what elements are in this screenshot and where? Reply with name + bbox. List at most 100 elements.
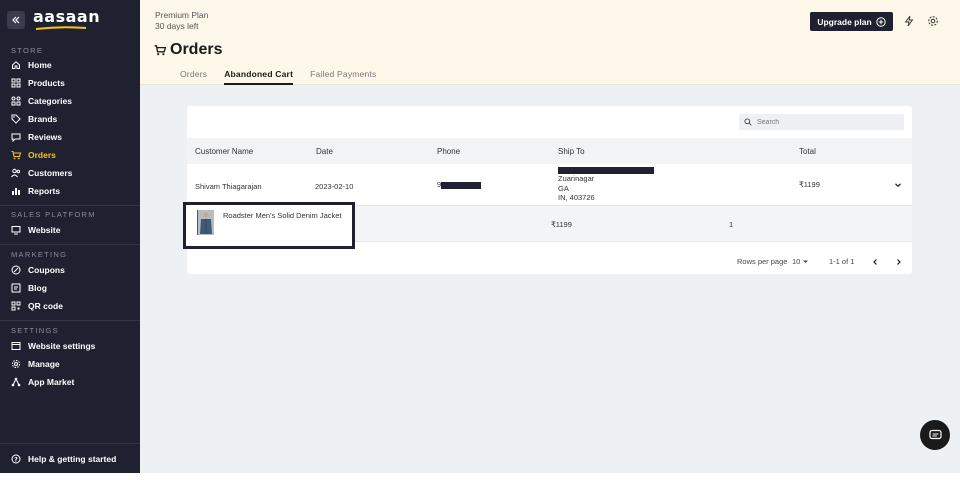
next-page-icon[interactable] — [895, 258, 903, 266]
product-name: Roadster Men's Solid Denim Jacket — [223, 211, 342, 220]
column-header-phone[interactable]: Phone — [437, 147, 460, 156]
column-header-customer-name[interactable]: Customer Name — [195, 147, 253, 156]
gear-icon — [11, 359, 21, 369]
sidebar-item-categories[interactable]: Categories — [0, 92, 140, 110]
upgrade-plan-label: Upgrade plan — [817, 16, 872, 27]
sidebar-section-settings: SETTINGS — [11, 326, 59, 335]
sidebar-item-label: Customers — [28, 168, 73, 178]
table-header: Customer Name Date Phone Ship To Total — [187, 138, 912, 164]
chevron-down-icon[interactable] — [894, 181, 902, 189]
sidebar-item-label: Manage — [28, 359, 60, 369]
logo-text: aasaan — [33, 7, 101, 26]
settings-gear-icon[interactable] — [927, 15, 939, 27]
sidebar-item-label: Brands — [28, 114, 58, 124]
page-title-text: Orders — [170, 41, 223, 58]
tab-orders[interactable]: Orders — [180, 69, 207, 85]
sidebar-item-orders[interactable]: Orders — [0, 146, 140, 164]
chat-icon — [928, 429, 942, 440]
sidebar-item-reviews[interactable]: Reviews — [0, 128, 140, 146]
page-title: Orders — [154, 41, 222, 59]
sidebar-item-brands[interactable]: Brands — [0, 110, 140, 128]
tag-icon — [11, 114, 21, 124]
pagination-range: 1-1 of 1 — [829, 257, 855, 266]
cart-icon — [11, 150, 21, 160]
home-icon — [11, 60, 21, 70]
sidebar-item-label: Orders — [28, 150, 56, 160]
chat-support-button[interactable] — [920, 420, 950, 450]
help-icon: ? — [11, 454, 21, 464]
sidebar-item-qr-code[interactable]: QR code — [0, 297, 140, 315]
order-item-row: Roadster Men's Solid Denim Jacket ₹1199 … — [183, 202, 912, 249]
search-input[interactable] — [757, 118, 897, 126]
product-cell[interactable]: Roadster Men's Solid Denim Jacket — [183, 202, 355, 249]
abandoned-cart-table-card: Customer Name Date Phone Ship To Total S… — [183, 106, 912, 274]
help-link[interactable]: ? Help & getting started — [0, 444, 140, 474]
previous-page-icon[interactable] — [871, 258, 879, 266]
phone: 9 — [437, 180, 482, 189]
column-header-ship-to[interactable]: Ship To — [558, 147, 585, 156]
orders-tabs: Orders Abandoned Cart Failed Payments — [180, 69, 393, 85]
sidebar-section-sales-platform: SALES PLATFORM — [11, 210, 96, 219]
sidebar-item-label: Reviews — [28, 132, 63, 142]
logo-swoosh-icon — [35, 26, 87, 30]
sidebar-top: aasaan — [0, 0, 140, 40]
sidebar-section-marketing: MARKETING — [11, 250, 68, 259]
upgrade-plan-button[interactable]: Upgrade plan — [810, 12, 893, 31]
sidebar-item-blog[interactable]: Blog — [0, 279, 140, 297]
ship-to-state: GA — [558, 183, 569, 193]
cart-icon — [154, 44, 166, 56]
rows-per-page-select[interactable]: 10 — [792, 257, 809, 266]
table-row[interactable]: Shivam Thiagarajan 2023-02-10 9 Zuarinag… — [187, 164, 912, 206]
rows-per-page-label: Rows per page — [737, 257, 788, 266]
column-header-date[interactable]: Date — [316, 147, 333, 156]
sidebar-item-coupons[interactable]: Coupons — [0, 261, 140, 279]
chart-icon — [11, 186, 21, 196]
monitor-icon — [11, 225, 21, 235]
redacted-phone — [441, 181, 482, 189]
ship-to-address: Zuarinagar GA IN, 403726 — [558, 167, 654, 203]
sidebar-item-reports[interactable]: Reports — [0, 182, 140, 200]
svg-text:?: ? — [14, 457, 18, 464]
coupon-icon — [11, 265, 21, 275]
collapse-sidebar-button[interactable] — [7, 11, 25, 29]
sidebar-item-home[interactable]: Home — [0, 56, 140, 74]
item-quantity: 1 — [729, 220, 734, 229]
sidebar-item-website[interactable]: Website — [0, 221, 140, 239]
sidebar-item-app-market[interactable]: App Market — [0, 373, 140, 391]
sidebar-item-manage[interactable]: Manage — [0, 355, 140, 373]
apps-icon — [11, 377, 21, 387]
sidebar-item-label: Categories — [28, 96, 72, 106]
logo[interactable]: aasaan — [33, 8, 100, 32]
qr-icon — [11, 301, 21, 311]
plus-circle-icon — [875, 16, 886, 27]
search-box[interactable] — [739, 114, 904, 130]
sidebar-item-label: Home — [28, 60, 52, 70]
sidebar-item-label: App Market — [28, 377, 75, 387]
grid-icon — [11, 78, 21, 88]
sidebar-item-label: Coupons — [28, 265, 65, 275]
tab-abandoned-cart[interactable]: Abandoned Cart — [224, 69, 294, 85]
plan-name: Premium Plan — [155, 10, 209, 20]
main-content: Customer Name Date Phone Ship To Total S… — [140, 85, 960, 473]
website-settings-icon — [11, 341, 21, 351]
tab-failed-payments[interactable]: Failed Payments — [310, 69, 376, 85]
sidebar-item-customers[interactable]: Customers — [0, 164, 140, 182]
rows-per-page-value: 10 — [792, 257, 801, 266]
sidebar-item-website-settings[interactable]: Website settings — [0, 337, 140, 355]
double-chevron-left-icon — [12, 16, 20, 24]
sidebar-item-label: Website — [28, 225, 61, 235]
sidebar-item-products[interactable]: Products — [0, 74, 140, 92]
item-price: ₹1199 — [551, 220, 572, 229]
sidebar-item-label: QR code — [28, 301, 63, 311]
search-icon — [744, 118, 752, 126]
column-header-total[interactable]: Total — [799, 147, 816, 156]
lightning-icon[interactable] — [903, 15, 915, 27]
sidebar-item-label: Website settings — [28, 341, 96, 351]
ship-to-country-zip: IN, 403726 — [558, 193, 595, 202]
categories-icon — [11, 96, 21, 106]
sidebar-item-label: Reports — [28, 186, 61, 196]
order-total: ₹1199 — [799, 180, 820, 189]
sidebar-item-label: Products — [28, 78, 65, 88]
jacket-image — [198, 210, 214, 235]
caret-down-icon — [803, 260, 809, 263]
